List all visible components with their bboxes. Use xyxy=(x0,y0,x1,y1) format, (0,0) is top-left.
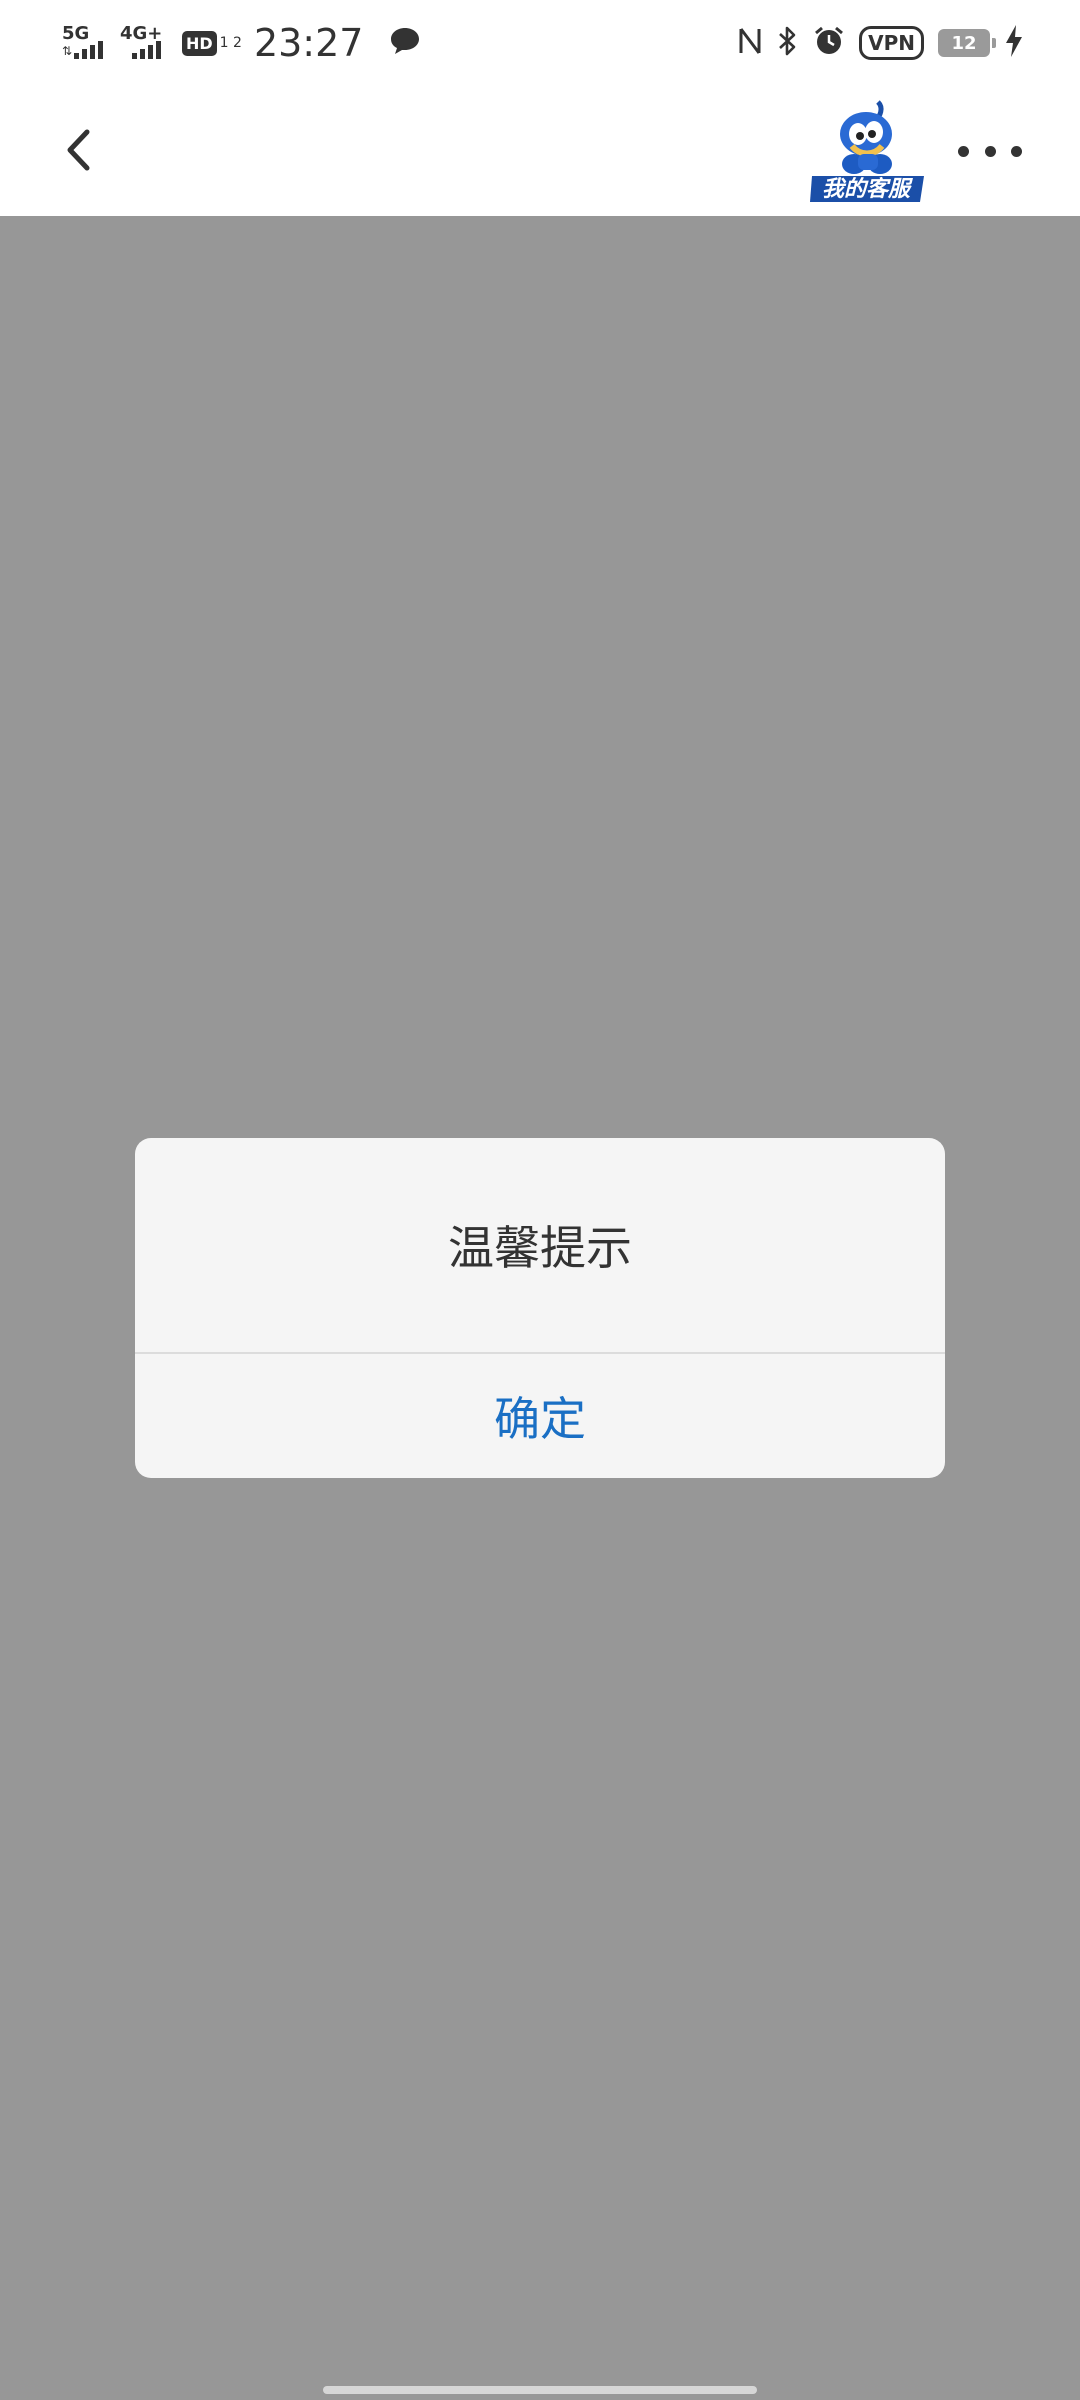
alarm-icon xyxy=(813,25,845,61)
back-arrow-icon xyxy=(67,129,90,171)
status-right: VPN 12 xyxy=(737,20,1024,66)
more-dot xyxy=(1011,145,1022,157)
battery-icon: 12 xyxy=(938,29,996,57)
home-indicator[interactable] xyxy=(323,2386,757,2394)
svg-text:我的客服: 我的客服 xyxy=(822,176,913,202)
clock-time: 23:27 xyxy=(253,21,364,65)
signal-bars-icon xyxy=(132,41,161,59)
hd-sub-label: 1 2 xyxy=(219,34,242,51)
battery-level: 12 xyxy=(951,32,977,54)
more-dot xyxy=(958,145,969,157)
more-dot xyxy=(984,145,996,157)
vpn-badge: VPN xyxy=(859,26,924,60)
network-5g-indicator: 5G ⇅ xyxy=(60,21,108,65)
confirm-button[interactable]: 确定 xyxy=(135,1354,945,1478)
hd-label: HD xyxy=(182,30,217,56)
customer-service-logo: 我的客服 xyxy=(808,96,928,206)
app-header: 我的客服 xyxy=(0,84,1080,216)
hd-indicator: HD 1 2 xyxy=(182,30,242,56)
data-arrows-icon: ⇅ xyxy=(62,44,73,58)
signal-bars-icon xyxy=(74,41,103,59)
more-options-button[interactable] xyxy=(958,136,1022,166)
status-bar: 5G ⇅ 4G+ HD 1 2 23:27 VPN 12 xyxy=(0,0,1080,84)
message-icon xyxy=(389,26,421,60)
bluetooth-icon xyxy=(777,25,799,61)
dialog-title: 温馨提示 xyxy=(448,1221,632,1275)
alert-dialog: 温馨提示 确定 xyxy=(135,1138,945,1478)
network-4g-indicator: 4G+ xyxy=(118,21,166,65)
nfc-icon xyxy=(737,25,763,61)
charging-icon xyxy=(1004,24,1024,62)
status-left: 5G ⇅ 4G+ HD 1 2 23:27 xyxy=(60,18,421,68)
back-button[interactable] xyxy=(56,122,100,178)
